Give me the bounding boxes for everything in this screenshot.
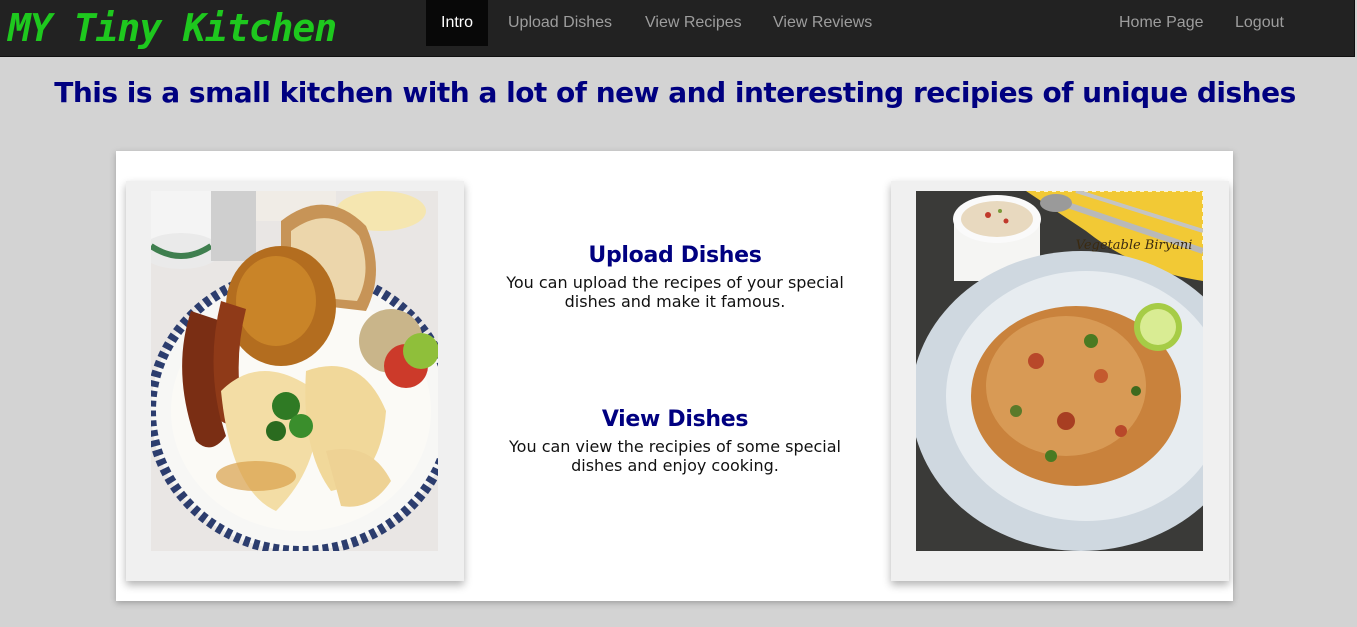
upload-dishes-feature: Upload Dishes You can upload the recipes… bbox=[486, 241, 864, 311]
nav-item-intro[interactable]: Intro bbox=[426, 0, 489, 46]
intro-card: Upload Dishes You can upload the recipes… bbox=[116, 151, 1233, 601]
view-dishes-title[interactable]: View Dishes bbox=[486, 405, 864, 435]
biryani-plate-photo: Vegetable Biryani bbox=[916, 191, 1203, 551]
food-plate-photo bbox=[151, 191, 438, 551]
top-navbar: MY Tiny Kitchen Intro Upload Dishes View… bbox=[0, 0, 1355, 57]
biryani-caption: Vegetable Biryani bbox=[1076, 238, 1193, 253]
nav-item-view-recipes[interactable]: View Recipes bbox=[645, 0, 742, 46]
nav-item-logout[interactable]: Logout bbox=[1235, 0, 1284, 46]
upload-dishes-title[interactable]: Upload Dishes bbox=[486, 241, 864, 271]
right-photo-frame: Vegetable Biryani bbox=[891, 181, 1229, 581]
upload-dishes-description: You can upload the recipes of your speci… bbox=[506, 273, 844, 311]
view-dishes-description: You can view the recipies of some specia… bbox=[509, 437, 841, 475]
nav-item-upload-dishes[interactable]: Upload Dishes bbox=[508, 0, 612, 46]
page-headline: This is a small kitchen with a lot of ne… bbox=[54, 76, 1296, 109]
view-dishes-feature: View Dishes You can view the recipies of… bbox=[486, 405, 864, 475]
nav-item-home-page[interactable]: Home Page bbox=[1119, 0, 1204, 46]
brand-logo[interactable]: MY Tiny Kitchen bbox=[8, 6, 337, 50]
nav-item-view-reviews[interactable]: View Reviews bbox=[773, 0, 872, 46]
left-photo-frame bbox=[126, 181, 464, 581]
